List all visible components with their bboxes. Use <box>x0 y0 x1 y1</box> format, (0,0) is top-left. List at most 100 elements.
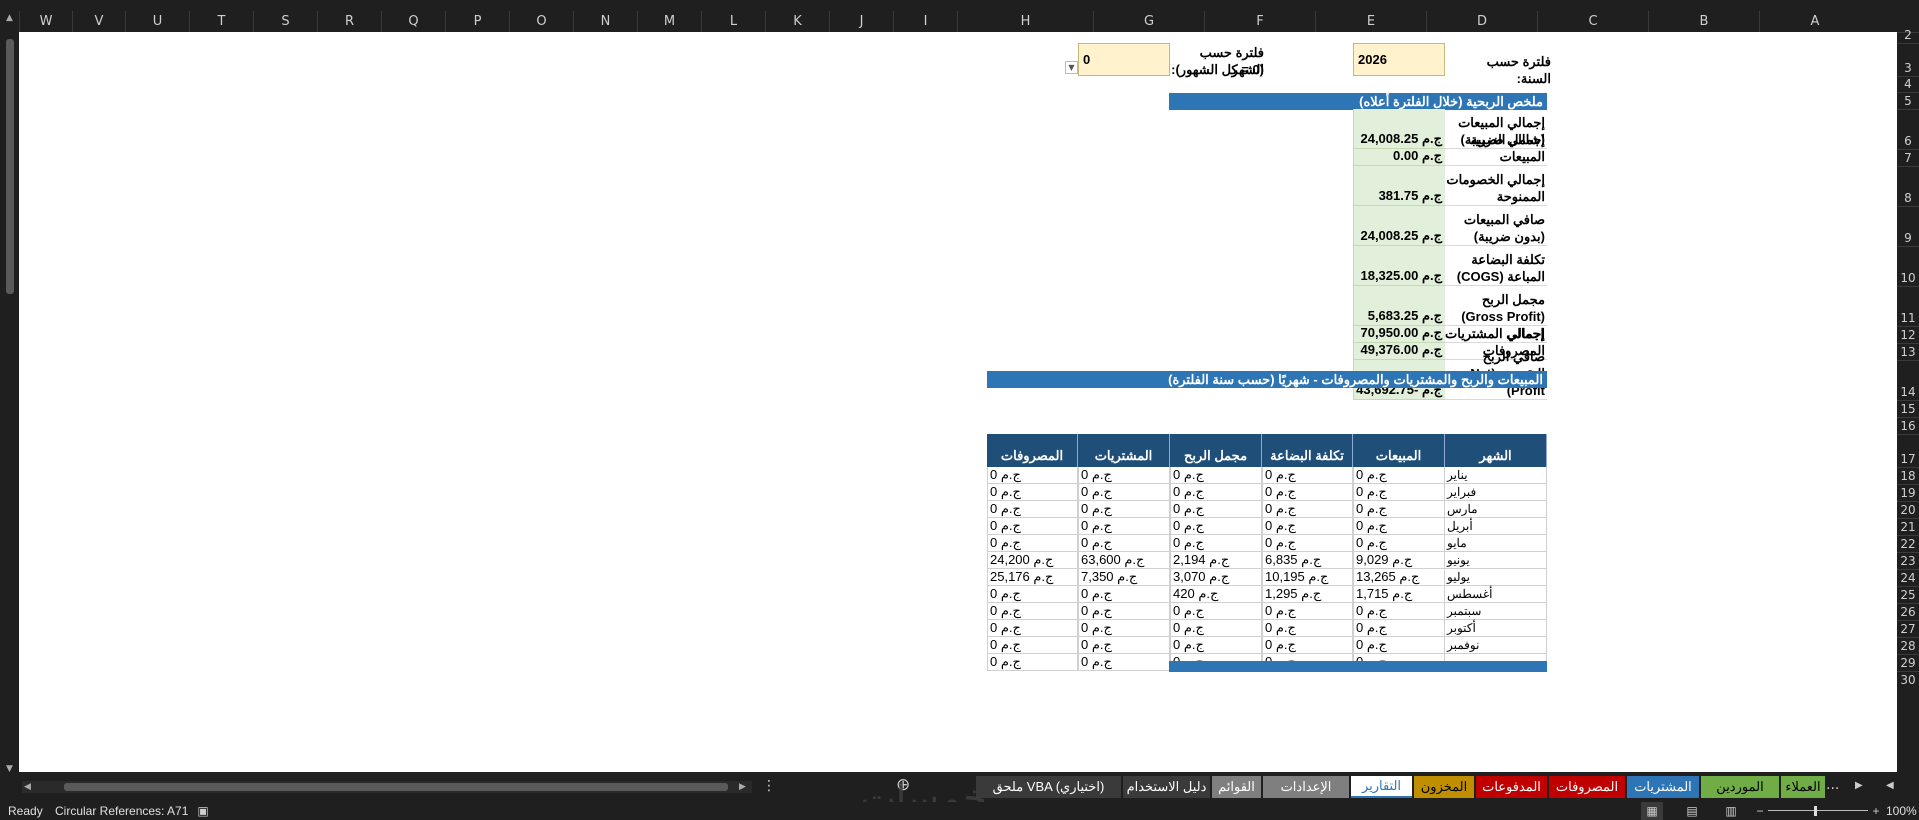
monthly-value-cell[interactable]: ج.م 0 <box>1078 603 1170 620</box>
month-name-cell[interactable]: يوليو <box>1445 569 1547 586</box>
scroll-left-icon[interactable]: ◀ <box>24 781 31 793</box>
column-header-E[interactable]: E <box>1315 11 1426 32</box>
column-header-L[interactable]: L <box>701 11 765 32</box>
monthly-value-cell[interactable]: ج.م 0 <box>987 484 1078 501</box>
monthly-value-cell[interactable]: ج.م 0 <box>1078 637 1170 654</box>
monthly-value-cell[interactable]: ج.م 0 <box>1170 518 1262 535</box>
month-filter-input[interactable]: 0 <box>1078 43 1170 76</box>
monthly-value-cell[interactable]: ج.م 0 <box>987 637 1078 654</box>
sheet-tab[interactable]: المصروفات <box>1549 776 1625 798</box>
monthly-value-cell[interactable]: ج.م 0 <box>1170 620 1262 637</box>
monthly-value-cell[interactable]: ج.م 0 <box>987 535 1078 552</box>
status-circular-references[interactable]: Circular References: A71 <box>55 804 188 818</box>
sheet-tab[interactable]: المشتريات <box>1627 776 1699 798</box>
monthly-value-cell[interactable]: ج.م 2,194 <box>1170 552 1262 569</box>
vertical-scrollbar[interactable]: ▲ ▼ <box>0 11 19 782</box>
monthly-value-cell[interactable]: ج.م 420 <box>1170 586 1262 603</box>
sheet-tab[interactable]: المدفوعات <box>1476 776 1547 798</box>
monthly-value-cell[interactable]: ج.م 0 <box>1170 467 1262 484</box>
column-header-J[interactable]: J <box>829 11 893 32</box>
zoom-level[interactable]: 100% <box>1886 804 1917 818</box>
monthly-value-cell[interactable]: ج.م 0 <box>1353 637 1445 654</box>
normal-view-icon[interactable]: ▦ <box>1641 802 1663 820</box>
row-header-13[interactable]: 13 <box>1897 343 1919 360</box>
column-header-V[interactable]: V <box>72 11 125 32</box>
macro-record-icon[interactable]: ▣ <box>195 802 211 820</box>
row-header-29[interactable]: 29 <box>1897 654 1919 671</box>
zoom-out-icon[interactable]: − <box>1754 802 1766 820</box>
monthly-value-cell[interactable]: ج.م 24,200 <box>987 552 1078 569</box>
column-header-T[interactable]: T <box>189 11 253 32</box>
monthly-value-cell[interactable]: ج.م 0 <box>1078 467 1170 484</box>
row-header-20[interactable]: 20 <box>1897 501 1919 518</box>
monthly-value-cell[interactable]: ج.م 0 <box>1262 603 1353 620</box>
row-header-24[interactable]: 24 <box>1897 569 1919 586</box>
column-header-G[interactable]: G <box>1093 11 1204 32</box>
zoom-slider-track[interactable] <box>1768 810 1868 811</box>
sheet-tab[interactable]: الإعدادات <box>1263 776 1349 798</box>
monthly-value-cell[interactable]: ج.م 1,295 <box>1262 586 1353 603</box>
monthly-value-cell[interactable]: ج.م 0 <box>987 603 1078 620</box>
monthly-value-cell[interactable]: ج.م 0 <box>1078 620 1170 637</box>
monthly-value-cell[interactable]: ج.م 7,350 <box>1078 569 1170 586</box>
monthly-value-cell[interactable]: ج.م 0 <box>1078 535 1170 552</box>
column-header-B[interactable]: B <box>1648 11 1759 32</box>
row-header-14[interactable]: 14 <box>1897 360 1919 400</box>
monthly-value-cell[interactable]: ج.م 13,265 <box>1353 569 1445 586</box>
horizontal-scrollbar[interactable]: ◀ ▶ <box>22 781 752 793</box>
monthly-value-cell[interactable]: ج.م 0 <box>1078 501 1170 518</box>
column-header-S[interactable]: S <box>253 11 317 32</box>
scroll-right-icon[interactable]: ▶ <box>739 781 746 793</box>
row-header-27[interactable]: 27 <box>1897 620 1919 637</box>
monthly-value-cell[interactable]: ج.م 0 <box>1262 620 1353 637</box>
zoom-in-icon[interactable]: + <box>1870 802 1882 820</box>
column-header-N[interactable]: N <box>573 11 637 32</box>
monthly-value-cell[interactable]: ج.م 0 <box>1353 467 1445 484</box>
monthly-value-cell[interactable]: ج.م 0 <box>987 654 1078 671</box>
column-header-I[interactable]: I <box>893 11 957 32</box>
month-name-cell[interactable]: يونيو <box>1445 552 1547 569</box>
row-header-26[interactable]: 26 <box>1897 603 1919 620</box>
column-header-P[interactable]: P <box>445 11 509 32</box>
monthly-value-cell[interactable]: ج.م 0 <box>1170 535 1262 552</box>
row-header-15[interactable]: 15 <box>1897 400 1919 417</box>
row-header-10[interactable]: 10 <box>1897 246 1919 286</box>
monthly-value-cell[interactable]: ج.م 0 <box>1262 518 1353 535</box>
monthly-value-cell[interactable]: ج.م 0 <box>1353 620 1445 637</box>
monthly-value-cell[interactable]: ج.م 0 <box>1262 637 1353 654</box>
monthly-value-cell[interactable]: ج.م 0 <box>1078 586 1170 603</box>
month-name-cell[interactable]: نوفمبر <box>1445 637 1547 654</box>
row-header-30[interactable]: 30 <box>1897 671 1919 688</box>
monthly-value-cell[interactable]: ج.م 10,195 <box>1262 569 1353 586</box>
row-header-2[interactable]: 2 <box>1897 28 1919 43</box>
tab-scroll-prev-icon[interactable]: ◀ <box>1886 780 1894 791</box>
column-header-Q[interactable]: Q <box>381 11 445 32</box>
monthly-value-cell[interactable]: ج.م 0 <box>1353 603 1445 620</box>
sheet-tab[interactable]: دليل الاستخدام <box>1123 776 1210 798</box>
summary-value[interactable]: ج.م 24,008.25 <box>1353 206 1445 246</box>
row-header-22[interactable]: 22 <box>1897 535 1919 552</box>
monthly-value-cell[interactable]: ج.م 0 <box>1078 654 1170 671</box>
horizontal-scroll-thumb[interactable] <box>64 783 728 791</box>
monthly-value-cell[interactable]: ج.م 0 <box>1262 467 1353 484</box>
worksheet-grid[interactable]: فلترة حسب السنة: 2026 فلترة حسب الشهر (0… <box>19 32 1897 772</box>
row-header-5[interactable]: 5 <box>1897 92 1919 109</box>
row-header-23[interactable]: 23 <box>1897 552 1919 569</box>
sheet-tab[interactable]: القوائم <box>1212 776 1261 798</box>
sheet-tab[interactable]: التقارير <box>1351 776 1412 798</box>
row-header-19[interactable]: 19 <box>1897 484 1919 501</box>
summary-value[interactable]: ج.م 18,325.00 <box>1353 246 1445 286</box>
monthly-value-cell[interactable]: ج.م 0 <box>1353 484 1445 501</box>
row-header-4[interactable]: 4 <box>1897 76 1919 92</box>
column-header-M[interactable]: M <box>637 11 701 32</box>
monthly-value-cell[interactable]: ج.م 0 <box>1170 603 1262 620</box>
page-break-view-icon[interactable]: ▥ <box>1720 802 1742 820</box>
row-header-21[interactable]: 21 <box>1897 518 1919 535</box>
month-name-cell[interactable]: أغسطس <box>1445 586 1547 603</box>
column-header-R[interactable]: R <box>317 11 381 32</box>
column-header-O[interactable]: O <box>509 11 573 32</box>
month-name-cell[interactable]: مارس <box>1445 501 1547 518</box>
sheet-tab[interactable]: العملاء <box>1781 776 1825 798</box>
summary-value[interactable]: ج.م 381.75 <box>1353 166 1445 206</box>
monthly-value-cell[interactable]: ج.م 0 <box>1170 637 1262 654</box>
